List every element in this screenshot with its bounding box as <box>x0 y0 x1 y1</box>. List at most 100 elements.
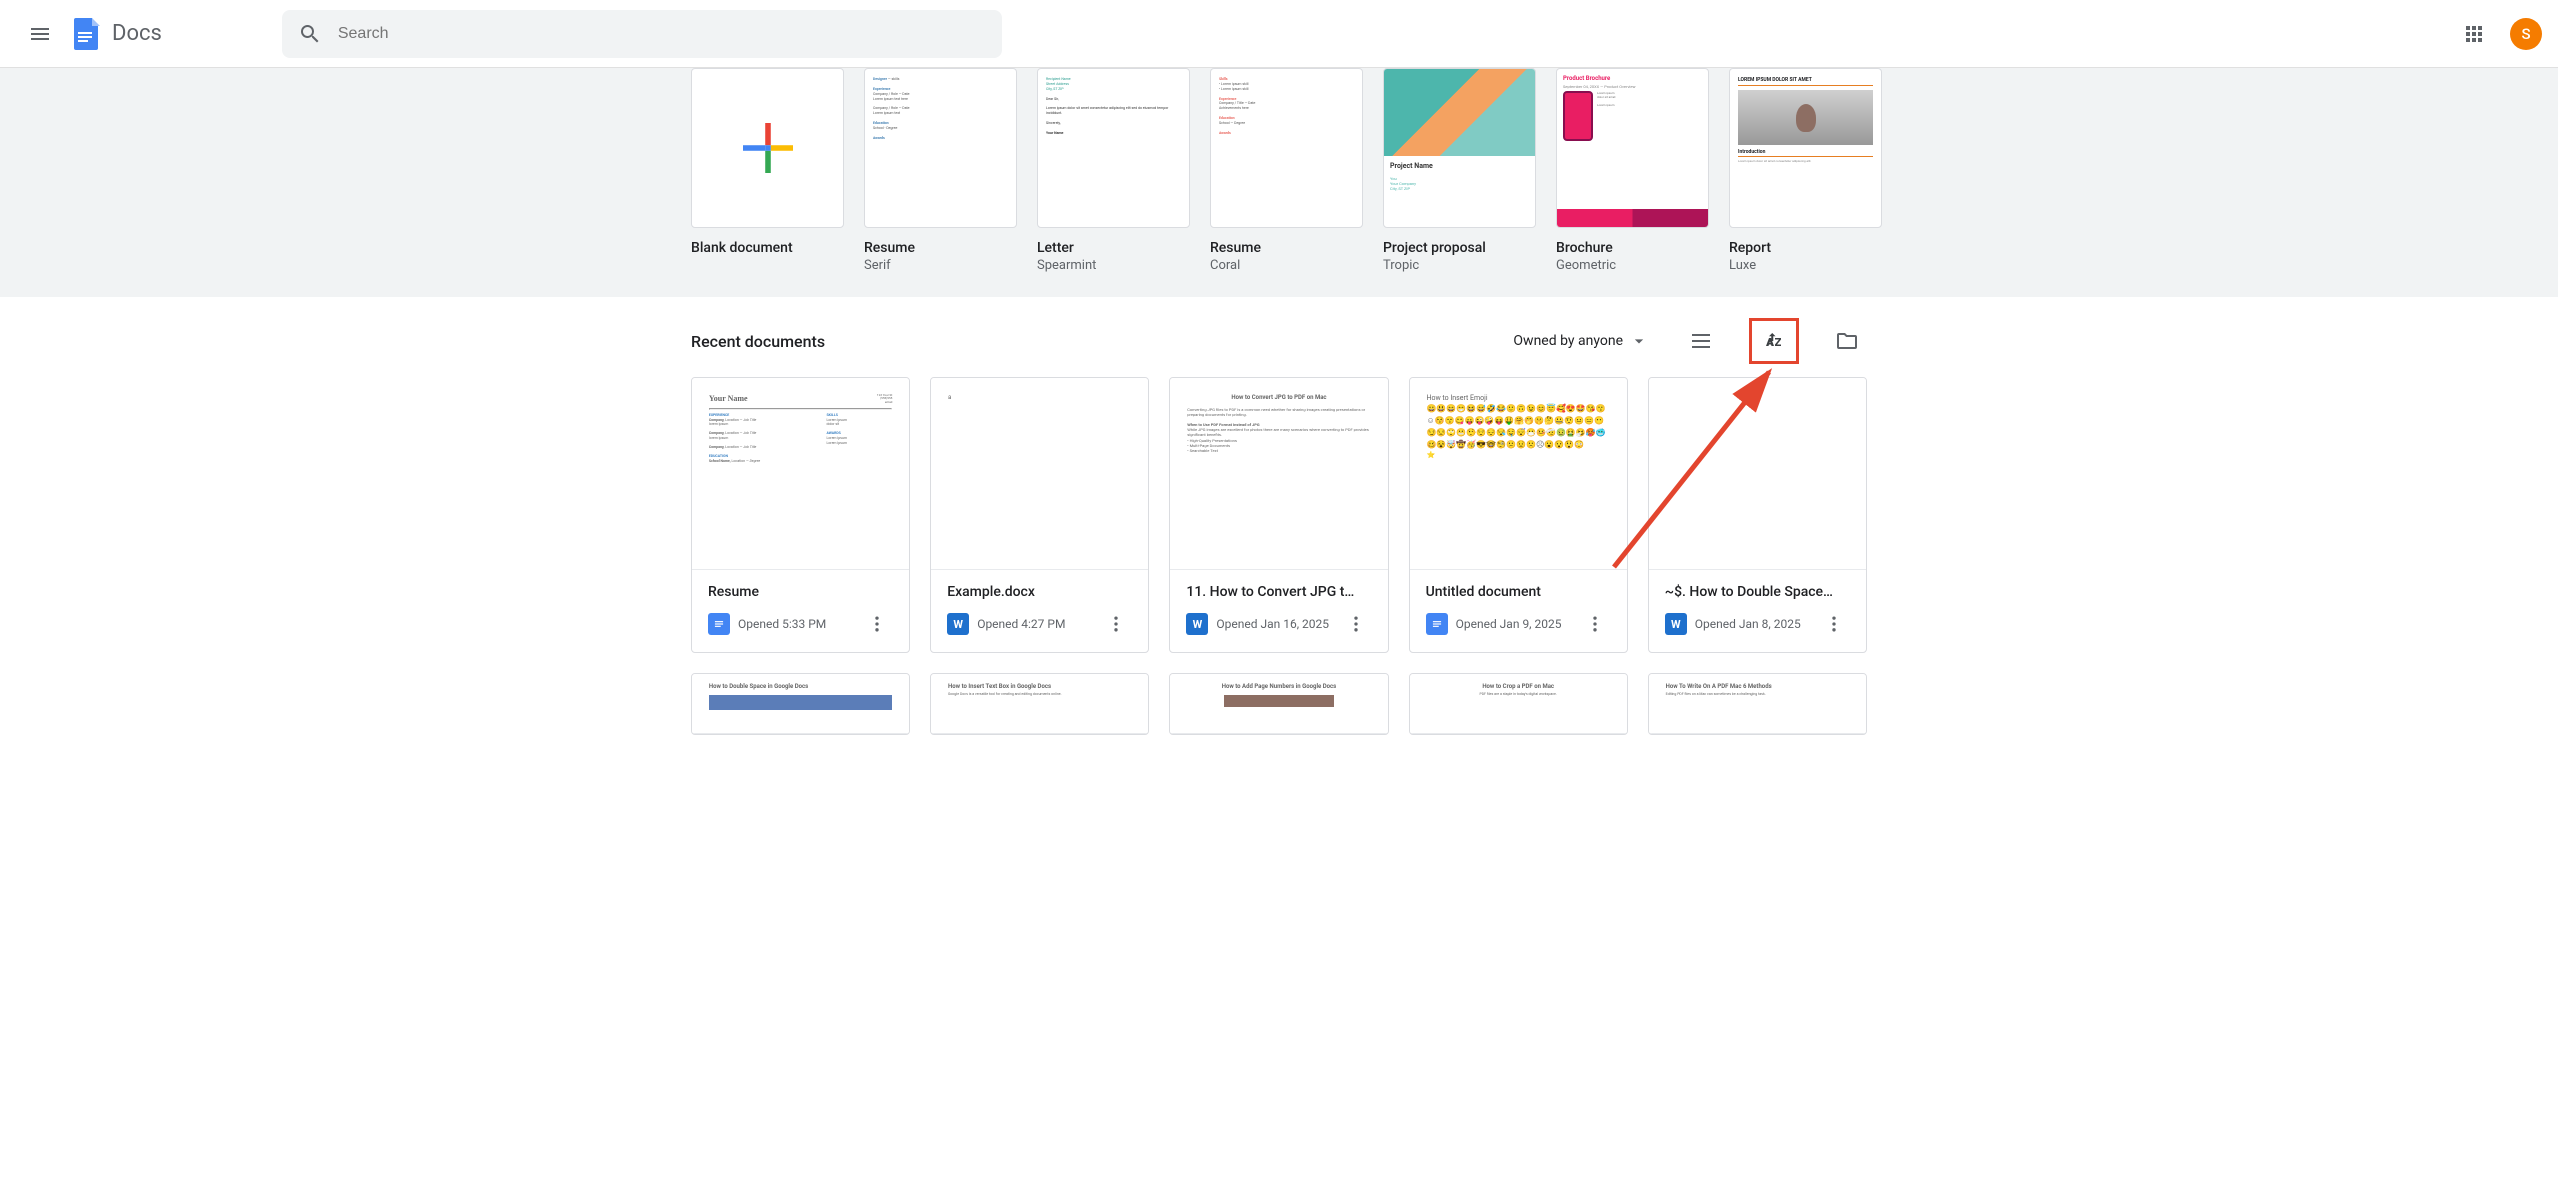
emoji-thumb-title: How to Insert Emoji <box>1426 394 1487 402</box>
template-subtitle: Tropic <box>1383 258 1536 273</box>
word-file-icon: W <box>947 613 969 635</box>
doc-more-button[interactable] <box>1579 608 1611 640</box>
sort-az-icon <box>1762 329 1786 353</box>
word-file-icon: W <box>1186 613 1208 635</box>
template-thumb: Project Name YouYour CompanyCity, ST ZIP <box>1383 68 1536 228</box>
header-right: S <box>2454 14 2542 54</box>
doc-title: ~$. How to Double Space… <box>1665 584 1850 600</box>
owned-dropdown[interactable]: Owned by anyone <box>1509 325 1653 357</box>
docs-logo-icon <box>68 16 104 52</box>
folder-icon <box>1835 329 1859 353</box>
doc-more-button[interactable] <box>1818 608 1850 640</box>
template-thumb: Recipient NameStreet AddressCity, ST ZIP… <box>1037 68 1190 228</box>
owned-label: Owned by anyone <box>1513 333 1623 349</box>
doc-more-button[interactable] <box>861 608 893 640</box>
doc-card[interactable]: Your Name123 Your St(555)555email EXPERI… <box>691 377 910 653</box>
doc-card[interactable]: How to Insert Emoji 😀😃😄😁😆😅🤣😂🙂🙃😉😊😇🥰😍🤩😘😗☺😚… <box>1409 377 1628 653</box>
doc-thumb: How to Insert Emoji 😀😃😄😁😆😅🤣😂🙂🙃😉😊😇🥰😍🤩😘😗☺😚… <box>1410 378 1627 570</box>
search-wrap <box>242 10 1042 58</box>
template-thumb: LOREM IPSUM DOLOR SIT AMET Introduction … <box>1729 68 1882 228</box>
row2-preview-title: How to Crop a PDF on Mac <box>1482 683 1554 690</box>
doc-title: Example.docx <box>947 584 1132 600</box>
row2-preview-title: How To Write On A PDF Mac 6 Methods <box>1666 683 1772 690</box>
header: Docs S <box>0 0 2558 68</box>
row2-preview-title: How to Double Space in Google Docs <box>709 683 808 690</box>
doc-title: Untitled document <box>1426 584 1611 600</box>
search-button[interactable] <box>290 14 330 54</box>
template-title: Blank document <box>691 240 844 256</box>
doc-opened: Opened Jan 8, 2025 <box>1695 617 1810 631</box>
doc-thumb: a <box>931 378 1148 570</box>
doc-card[interactable]: How To Write On A PDF Mac 6 MethodsEditi… <box>1648 673 1867 735</box>
template-subtitle: Spearmint <box>1037 258 1190 273</box>
app-name: Docs <box>112 21 162 46</box>
recent-header: Recent documents Owned by anyone <box>691 317 1867 365</box>
recent-section: Recent documents Owned by anyone <box>679 317 1879 735</box>
row2-preview-title: How to Add Page Numbers in Google Docs <box>1222 683 1337 690</box>
template-thumb: Designer — skillsExperienceCompany / Rol… <box>864 68 1017 228</box>
file-picker-button[interactable] <box>1827 321 1867 361</box>
docs-grid: Your Name123 Your St(555)555email EXPERI… <box>691 377 1867 735</box>
doc-card[interactable]: How to Double Space in Google Docs <box>691 673 910 735</box>
doc-card[interactable]: a Example.docx W Opened 4:27 PM <box>930 377 1149 653</box>
doc-card[interactable]: How to Convert JPG to PDF on Mac Convert… <box>1169 377 1388 653</box>
template-card-letter-spearmint[interactable]: Recipient NameStreet AddressCity, ST ZIP… <box>1037 68 1190 273</box>
recent-title: Recent documents <box>691 332 825 351</box>
doc-title: Resume <box>708 584 893 600</box>
row2-preview-title: How to Insert Text Box in Google Docs <box>948 683 1051 690</box>
more-vert-icon <box>1824 614 1844 634</box>
templates-row: Blank document Designer — skillsExperien… <box>679 68 1879 273</box>
templates-section: Blank document Designer — skillsExperien… <box>0 68 2558 297</box>
doc-thumb <box>1649 378 1866 570</box>
brochure-preview-title: Product Brochure <box>1563 75 1702 82</box>
apps-button[interactable] <box>2454 14 2494 54</box>
template-card-report-luxe[interactable]: LOREM IPSUM DOLOR SIT AMET Introduction … <box>1729 68 1882 273</box>
more-vert-icon <box>1106 614 1126 634</box>
docs-file-icon <box>1426 613 1448 635</box>
doc-card[interactable]: How to Add Page Numbers in Google Docs <box>1169 673 1388 735</box>
template-subtitle: Luxe <box>1729 258 1882 273</box>
more-vert-icon <box>1585 614 1605 634</box>
doc-thumb: How to Add Page Numbers in Google Docs <box>1170 674 1387 734</box>
template-title: Resume <box>864 240 1017 256</box>
menu-button[interactable] <box>16 10 64 58</box>
doc-thumb: How to Convert JPG to PDF on Mac Convert… <box>1170 378 1387 570</box>
docs-file-icon <box>708 613 730 635</box>
sort-az-button[interactable] <box>1749 318 1799 364</box>
report-preview-intro: Introduction <box>1738 149 1873 157</box>
template-card-blank[interactable]: Blank document <box>691 68 844 273</box>
doc-opened: Opened 4:27 PM <box>977 617 1092 631</box>
template-title: Brochure <box>1556 240 1709 256</box>
template-subtitle: Geometric <box>1556 258 1709 273</box>
doc-more-button[interactable] <box>1340 608 1372 640</box>
search-bar[interactable] <box>282 10 1002 58</box>
doc-opened: Opened 5:33 PM <box>738 617 853 631</box>
doc-opened: Opened Jan 16, 2025 <box>1216 617 1331 631</box>
template-card-resume-coral[interactable]: Skills• Lorem ipsum skill• Lorem ipsum s… <box>1210 68 1363 273</box>
doc-card[interactable]: ~$. How to Double Space… W Opened Jan 8,… <box>1648 377 1867 653</box>
doc-more-button[interactable] <box>1100 608 1132 640</box>
apps-grid-icon <box>2462 22 2486 46</box>
doc-title: 11. How to Convert JPG t… <box>1186 584 1371 600</box>
plus-icon <box>743 123 793 173</box>
doc-thumb: Your Name123 Your St(555)555email EXPERI… <box>692 378 909 570</box>
template-thumb: Skills• Lorem ipsum skill• Lorem ipsum s… <box>1210 68 1363 228</box>
hamburger-icon <box>28 22 52 46</box>
more-vert-icon <box>867 614 887 634</box>
doc-thumb: How to Crop a PDF on MacPDF files are a … <box>1410 674 1627 734</box>
doc-card[interactable]: How to Crop a PDF on MacPDF files are a … <box>1409 673 1628 735</box>
template-subtitle: Serif <box>864 258 1017 273</box>
list-view-button[interactable] <box>1681 321 1721 361</box>
doc-card[interactable]: How to Insert Text Box in Google DocsGoo… <box>930 673 1149 735</box>
template-card-resume-serif[interactable]: Designer — skillsExperienceCompany / Rol… <box>864 68 1017 273</box>
doc-thumb: How To Write On A PDF Mac 6 MethodsEditi… <box>1649 674 1866 734</box>
search-input[interactable] <box>330 25 994 43</box>
doc-opened: Opened Jan 9, 2025 <box>1456 617 1571 631</box>
template-card-brochure-geometric[interactable]: Product Brochure September 04, 20XX — Pr… <box>1556 68 1709 273</box>
resume-thumb-name: Your Name <box>709 394 748 406</box>
avatar[interactable]: S <box>2510 18 2542 50</box>
doc-thumb: How to Insert Text Box in Google DocsGoo… <box>931 674 1148 734</box>
template-card-proposal-tropic[interactable]: Project Name YouYour CompanyCity, ST ZIP… <box>1383 68 1536 273</box>
logo-area[interactable]: Docs <box>68 16 162 52</box>
recent-controls: Owned by anyone <box>1509 318 1867 364</box>
